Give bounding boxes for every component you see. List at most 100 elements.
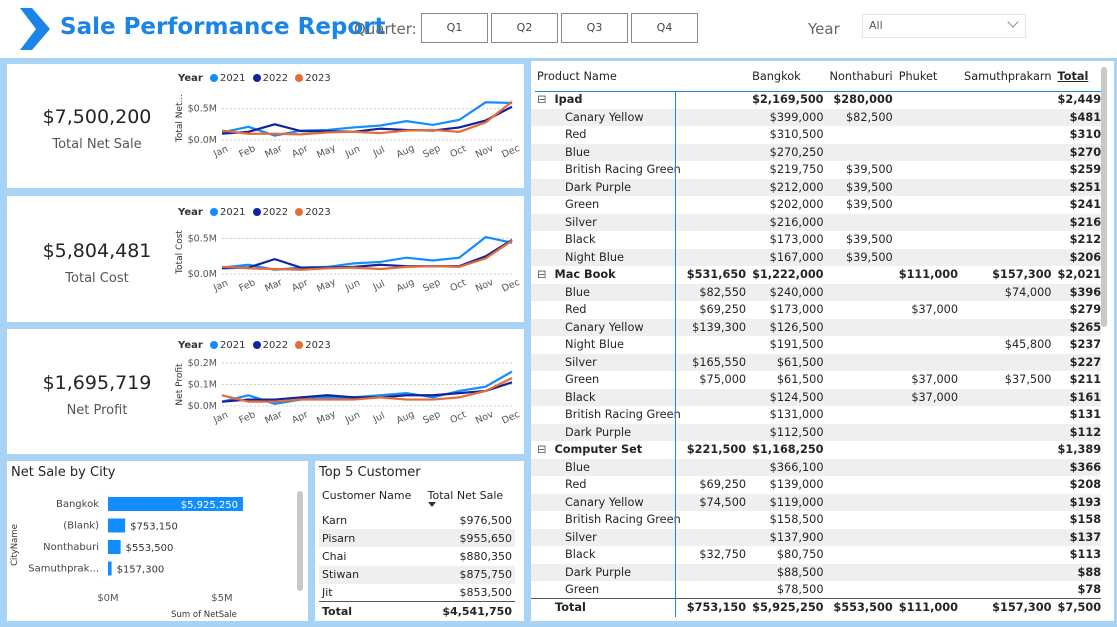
net-sale-line-chart[interactable]: Total Net... $0.0M $0.5M Jan Feb Mar Apr May Jun…: [172, 84, 522, 188]
matrix-cell: $265,800: [1054, 318, 1101, 336]
matrix-cell: [684, 161, 749, 179]
collapse-icon[interactable]: ⊟: [537, 93, 546, 106]
kpi-card-net-sale[interactable]: $7,500,200 Total Net Sale Year 2021 2022…: [7, 64, 524, 188]
matrix-row[interactable]: Dark Purple $88,500 $88,500: [531, 563, 1101, 581]
collapse-icon[interactable]: ⊟: [537, 443, 546, 456]
row-label-text: Canary Yellow: [565, 110, 644, 124]
scrollbar[interactable]: [297, 491, 303, 591]
matrix-group-row[interactable]: ⊟ Ipad $2,169,500 $280,000 $2,449,500: [531, 91, 1101, 109]
column-header[interactable]: Product Name: [531, 61, 684, 91]
row-label: Green: [531, 371, 684, 389]
quarter-button-q4[interactable]: Q4: [631, 13, 698, 43]
matrix-cell: $39,500: [845, 233, 893, 247]
matrix-row[interactable]: Red $69,250 $173,000 $37,000 $279,250: [531, 301, 1101, 319]
matrix-row[interactable]: Dark Purple $112,500 $112,500: [531, 423, 1101, 441]
matrix-row[interactable]: Black $173,000 $39,500 $212,500: [531, 231, 1101, 249]
top-5-customer-card[interactable]: Top 5 Customer Customer Name Total Net S…: [315, 461, 524, 621]
product-city-matrix-card[interactable]: Product Name Bangkok Nonthaburi Phuket Samut…: [531, 61, 1114, 621]
x-tick-label: Nov: [474, 409, 496, 427]
table-row[interactable]: Chai $880,350: [319, 547, 515, 565]
legend-item-2023[interactable]: 2023: [305, 340, 330, 351]
matrix-cell: $88,500: [1054, 563, 1101, 581]
matrix-cell: [961, 108, 1055, 126]
matrix-row[interactable]: Silver $165,550$61,500 $227,050: [531, 353, 1101, 371]
matrix-cell: $219,750: [769, 163, 824, 177]
legend-dot: [252, 74, 261, 82]
matrix-cell: [827, 126, 896, 144]
legend-item-2023[interactable]: 2023: [305, 73, 330, 84]
legend-item-2021[interactable]: 2021: [220, 340, 245, 351]
matrix-cell: [826, 388, 896, 406]
legend-item-2021[interactable]: 2021: [220, 73, 245, 84]
matrix-row[interactable]: Blue $82,550$240,000 $74,000$396,550: [531, 283, 1101, 301]
bar[interactable]: [108, 540, 121, 554]
net-sale-by-city-card[interactable]: Net Sale by City CityName Bangkok $5,925,2…: [7, 461, 308, 621]
matrix-row[interactable]: Dark Purple $212,000$39,500 $251,500: [531, 178, 1101, 196]
column-header[interactable]: Total: [1055, 61, 1102, 91]
bar[interactable]: [108, 518, 126, 533]
matrix-row[interactable]: Canary Yellow $139,300$126,500 $265,800: [531, 318, 1101, 336]
matrix-row[interactable]: Green $202,000 $39,500 $241,500: [531, 196, 1101, 214]
bar[interactable]: [108, 561, 112, 576]
column-header[interactable]: Bangkok: [749, 61, 826, 91]
matrix-row[interactable]: Blue $270,250 $270,250: [531, 143, 1101, 161]
matrix-row[interactable]: Canary Yellow $399,000$82,500 $481,500: [531, 108, 1101, 126]
city-bar-chart[interactable]: CityName Bangkok $5,925,250 (Blank) $753,150…: [7, 485, 297, 621]
matrix-row[interactable]: Red $310,500 $310,500: [531, 126, 1101, 144]
matrix-row[interactable]: Silver $216,000 $216,000: [531, 213, 1101, 231]
column-header[interactable]: Phuket: [896, 61, 961, 91]
y-axis-title: CityName: [10, 524, 20, 566]
x-tick-label: Jul: [371, 278, 387, 293]
year-dropdown[interactable]: All: [862, 14, 1026, 38]
matrix-row[interactable]: British Racing Green $219,750 $39,500 $259,…: [531, 161, 1101, 179]
row-label-text: Black: [565, 548, 596, 562]
table-row[interactable]: Stiwan $875,750: [319, 565, 515, 584]
matrix-row[interactable]: Green $75,000 $61,500 $37,000 $37,500 $211,00…: [531, 371, 1101, 389]
column-header[interactable]: Nonthaburi: [827, 61, 896, 91]
matrix-group-row[interactable]: ⊟ Computer Set $221,500 $1,168,250 $1,389,75…: [531, 441, 1101, 459]
matrix-row[interactable]: Night Blue $167,000$39,500 $206,500: [531, 248, 1101, 266]
net-profit-line-chart[interactable]: Net Profit$0.0M $0.1M $0.2M Jan Feb Mar Apr May…: [172, 351, 522, 454]
legend-item-2021[interactable]: 2021: [220, 207, 245, 218]
quarter-button-q1[interactable]: Q1: [421, 13, 488, 43]
matrix-row[interactable]: Black $124,500 $37,000 $161,500: [531, 388, 1101, 406]
legend-item-2023[interactable]: 2023: [305, 207, 330, 218]
x-tick-label: May: [315, 408, 338, 426]
matrix-cell: $45,800: [1004, 338, 1052, 352]
matrix-row[interactable]: Night Blue $191,500 $45,800 $237,300: [531, 336, 1101, 354]
column-header-customer-name[interactable]: Customer Name: [319, 485, 425, 511]
data-label: $753,150: [130, 522, 178, 533]
matrix-row[interactable]: Silver $137,900 $137,900: [531, 528, 1101, 546]
total-cost-line-chart[interactable]: Total Cost$0.0M $0.5M Jan Feb Mar Apr May Jun Ju…: [172, 218, 522, 322]
column-header[interactable]: [684, 61, 749, 91]
column-header[interactable]: Samuthprakarn: [961, 61, 1054, 91]
quarter-button-q2[interactable]: Q2: [491, 13, 558, 43]
matrix-row[interactable]: Red $69,250 $139,000 $208,250: [531, 476, 1101, 494]
matrix-cell: [684, 406, 749, 424]
x-tick-label: Sep: [421, 409, 442, 427]
matrix-row[interactable]: Canary Yellow $74,500$119,000 $193,500: [531, 493, 1101, 511]
table-row[interactable]: Jit $853,500: [319, 584, 515, 602]
matrix-row[interactable]: Green $78,500 $78,500: [531, 581, 1101, 599]
legend-item-2022[interactable]: 2022: [263, 340, 288, 351]
matrix-row[interactable]: British Racing Green $158,500 $158,500: [531, 511, 1101, 529]
x-tick-label: Jun: [343, 278, 362, 295]
column-header-total-net-sale[interactable]: Total Net Sale: [425, 485, 515, 511]
quarter-button-q3[interactable]: Q3: [561, 13, 628, 43]
matrix-cell: $113,500: [1069, 548, 1101, 562]
scrollbar[interactable]: [1101, 67, 1107, 327]
kpi-card-total-cost[interactable]: $5,804,481 Total Cost Year 2021 2022 202…: [7, 196, 524, 322]
row-label-text: Canary Yellow: [565, 320, 644, 334]
kpi-card-net-profit[interactable]: $1,695,719 Net Profit Year 2021 2022 202…: [7, 329, 524, 454]
collapse-icon[interactable]: ⊟: [537, 268, 546, 281]
legend-item-2022[interactable]: 2022: [263, 207, 288, 218]
matrix-group-row[interactable]: ⊟ Mac Book $531,650 $1,222,000 $111,000 $157,…: [531, 266, 1101, 284]
table-row[interactable]: Karn $976,500: [319, 511, 515, 529]
matrix-row[interactable]: Black $32,750 $80,750 $113,500: [531, 546, 1101, 564]
matrix-row[interactable]: Blue $366,100 $366,100: [531, 458, 1101, 476]
matrix-cell: [896, 406, 961, 424]
row-label: Canary Yellow: [531, 493, 684, 511]
table-row[interactable]: Pisarn $955,650: [319, 529, 515, 548]
matrix-row[interactable]: British Racing Green $131,000 $131,000: [531, 406, 1101, 424]
legend-item-2022[interactable]: 2022: [263, 73, 288, 84]
